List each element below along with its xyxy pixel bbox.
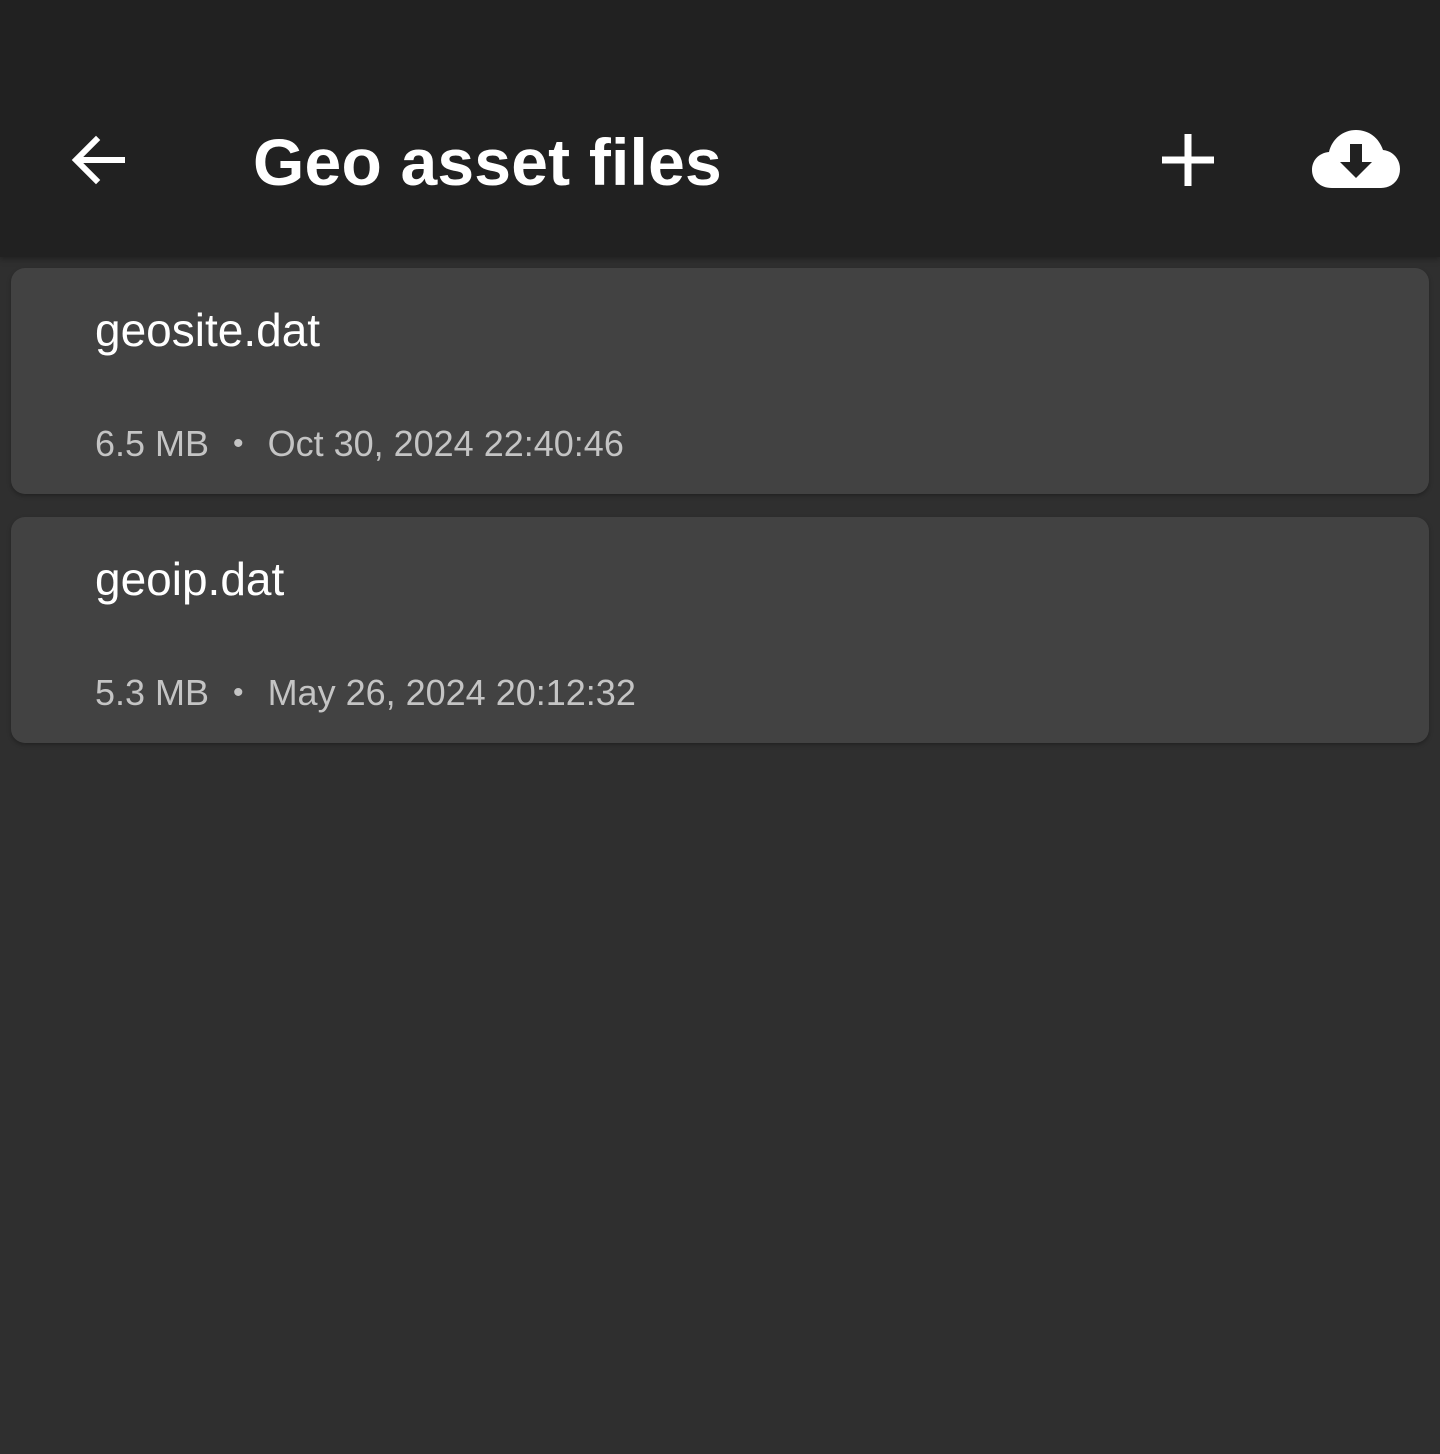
add-file-button[interactable] — [1146, 118, 1230, 202]
back-button[interactable] — [56, 118, 140, 202]
page-title: Geo asset files — [253, 125, 722, 199]
download-button[interactable] — [1306, 118, 1406, 202]
meta-separator: • — [233, 676, 244, 709]
file-name: geosite.dat — [95, 304, 321, 356]
arrow-left-icon — [71, 135, 125, 185]
cloud-download-icon — [1312, 130, 1400, 188]
meta-separator: • — [233, 427, 244, 460]
plus-icon — [1162, 134, 1214, 186]
file-meta: 6.5 MB • Oct 30, 2024 22:40:46 — [95, 420, 624, 468]
file-list-item[interactable]: geosite.dat 6.5 MB • Oct 30, 2024 22:40:… — [11, 268, 1429, 494]
file-modified-date: Oct 30, 2024 22:40:46 — [267, 423, 624, 464]
file-meta: 5.3 MB • May 26, 2024 20:12:32 — [95, 669, 636, 717]
file-list-item[interactable]: geoip.dat 5.3 MB • May 26, 2024 20:12:32 — [11, 517, 1429, 743]
file-modified-date: May 26, 2024 20:12:32 — [267, 672, 636, 713]
file-size: 5.3 MB — [95, 672, 210, 713]
file-size: 6.5 MB — [95, 423, 210, 464]
file-list: geosite.dat 6.5 MB • Oct 30, 2024 22:40:… — [11, 268, 1429, 766]
app-bar: Geo asset files — [0, 0, 1440, 257]
file-name: geoip.dat — [95, 553, 285, 605]
